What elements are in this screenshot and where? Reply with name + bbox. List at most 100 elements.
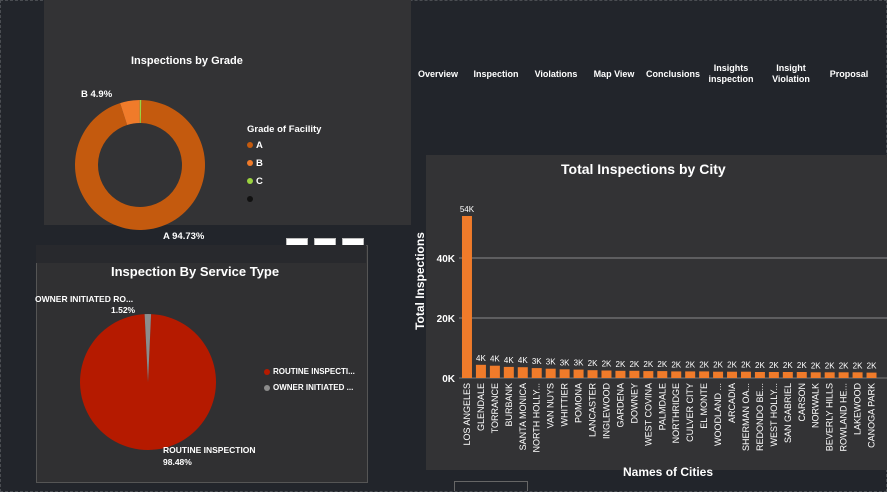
service-chart-header <box>36 245 366 263</box>
bar[interactable] <box>768 372 779 378</box>
data-label: 3K <box>546 358 556 367</box>
bar[interactable] <box>824 372 835 378</box>
data-label: 54K <box>460 205 475 214</box>
legend-label: C <box>256 176 263 187</box>
bar[interactable] <box>657 371 668 378</box>
grade-legend-item-a[interactable]: A <box>247 140 263 151</box>
data-label: 2K <box>755 361 765 370</box>
x-tick-label: GLENDALE <box>476 383 486 431</box>
nav-overview[interactable]: Overview <box>412 69 464 80</box>
city-bar-chart[interactable]: 0K 20K 40K 54K LOS ANGELES 4K GLENDALE 4K TORRAN… <box>426 180 887 465</box>
bar[interactable] <box>559 369 570 378</box>
bar[interactable] <box>587 370 598 378</box>
bar[interactable] <box>601 370 612 379</box>
bar[interactable] <box>461 216 472 378</box>
grade-legend-item-blank[interactable] <box>247 194 256 205</box>
data-label: 2K <box>811 361 821 370</box>
data-label: 2K <box>699 360 709 369</box>
bar[interactable] <box>643 371 654 378</box>
x-tick-label: LANCASTER <box>588 383 598 438</box>
data-label: 2K <box>825 361 835 370</box>
x-tick-label: WEST HOLLY... <box>769 383 779 447</box>
data-label: 2K <box>588 359 598 368</box>
x-tick-label: CANOGA PARK <box>867 383 877 448</box>
grade-legend-item-b[interactable]: B <box>247 158 263 169</box>
bar[interactable] <box>615 370 626 378</box>
grade-a-label: A 94.73% <box>163 231 205 242</box>
x-tick-label: EL MONTE <box>699 383 709 429</box>
bar[interactable] <box>713 371 724 378</box>
bar[interactable] <box>796 372 807 378</box>
legend-label: ROUTINE INSPECTI... <box>273 367 355 376</box>
x-tick-label: SHERMAN OA... <box>741 383 751 451</box>
data-label: 2K <box>797 361 807 370</box>
bar[interactable] <box>489 365 500 378</box>
bar[interactable] <box>573 369 584 378</box>
x-tick-label: DOWNEY <box>629 383 639 424</box>
bar[interactable] <box>531 368 542 378</box>
city-chart-xlabel: Names of Cities <box>623 465 714 479</box>
bar[interactable] <box>727 371 738 378</box>
bar[interactable] <box>754 372 765 378</box>
nav-proposal[interactable]: Proposal <box>823 69 875 80</box>
y-tick-label: 40K <box>437 254 456 265</box>
x-tick-label: NORTHRIDGE <box>671 383 681 443</box>
nav-map-view[interactable]: Map View <box>588 69 640 80</box>
data-label: 2K <box>783 361 793 370</box>
page-tab-stub[interactable] <box>454 481 528 491</box>
data-label: 2K <box>853 361 863 370</box>
bar[interactable] <box>503 366 514 378</box>
grade-donut-chart[interactable] <box>70 95 210 235</box>
service-chart-title: Inspection By Service Type <box>111 264 280 279</box>
bar[interactable] <box>671 371 682 378</box>
x-tick-label: CULVER CITY <box>685 383 695 442</box>
x-tick-label: LOS ANGELES <box>462 383 472 446</box>
data-label: 2K <box>713 361 723 370</box>
data-label: 4K <box>490 355 500 364</box>
bar[interactable] <box>685 371 696 378</box>
bar[interactable] <box>838 372 849 378</box>
data-label: 2K <box>629 360 639 369</box>
bar[interactable] <box>475 364 486 378</box>
bar[interactable] <box>810 372 821 378</box>
x-tick-label: SANTA MONICA <box>518 383 528 450</box>
x-tick-label: CARSON <box>797 383 807 422</box>
data-label: 3K <box>532 357 542 366</box>
nav-conclusions[interactable]: Conclusions <box>645 69 701 80</box>
x-tick-label: INGLEWOOD <box>601 383 611 440</box>
bar[interactable] <box>740 371 751 378</box>
data-label: 4K <box>504 356 514 365</box>
x-tick-label: WHITTIER <box>560 383 570 427</box>
data-label: 2K <box>867 362 877 371</box>
data-label: 2K <box>741 361 751 370</box>
data-label: 3K <box>574 359 584 368</box>
bar[interactable] <box>517 367 528 378</box>
grade-b-label: B 4.9% <box>81 89 113 100</box>
legend-swatch <box>247 178 253 185</box>
y-tick-label: 0K <box>442 374 456 385</box>
bar[interactable] <box>699 371 710 378</box>
nav-insights-inspection[interactable]: Insights inspection <box>705 63 757 85</box>
nav-inspection[interactable]: Inspection <box>470 69 522 80</box>
x-tick-label: NORTH HOLLY... <box>532 383 542 453</box>
nav-violations[interactable]: Violations <box>530 69 582 80</box>
owner-initiated-label: OWNER INITIATED RO... <box>35 294 134 304</box>
service-legend-item-routine[interactable]: ROUTINE INSPECTI... <box>264 367 355 376</box>
bar[interactable] <box>545 368 556 378</box>
legend-label: OWNER INITIATED ... <box>273 383 354 392</box>
data-label: 2K <box>657 360 667 369</box>
nav-insight-violation[interactable]: Insight Violation <box>765 63 817 85</box>
service-pie-chart[interactable] <box>78 312 218 452</box>
x-tick-label: LAKEWOOD <box>853 383 863 436</box>
bar[interactable] <box>866 372 877 378</box>
x-tick-label: ARCADIA <box>727 383 737 423</box>
service-legend-item-owner[interactable]: OWNER INITIATED ... <box>264 383 353 392</box>
bar[interactable] <box>629 370 640 378</box>
data-label: 2K <box>602 360 612 369</box>
bar[interactable] <box>852 372 863 378</box>
city-chart-ylabel: Total Inspections <box>413 232 427 330</box>
legend-swatch <box>247 160 253 167</box>
legend-swatch <box>247 142 253 149</box>
grade-legend-item-c[interactable]: C <box>247 176 263 187</box>
bar[interactable] <box>782 372 793 378</box>
